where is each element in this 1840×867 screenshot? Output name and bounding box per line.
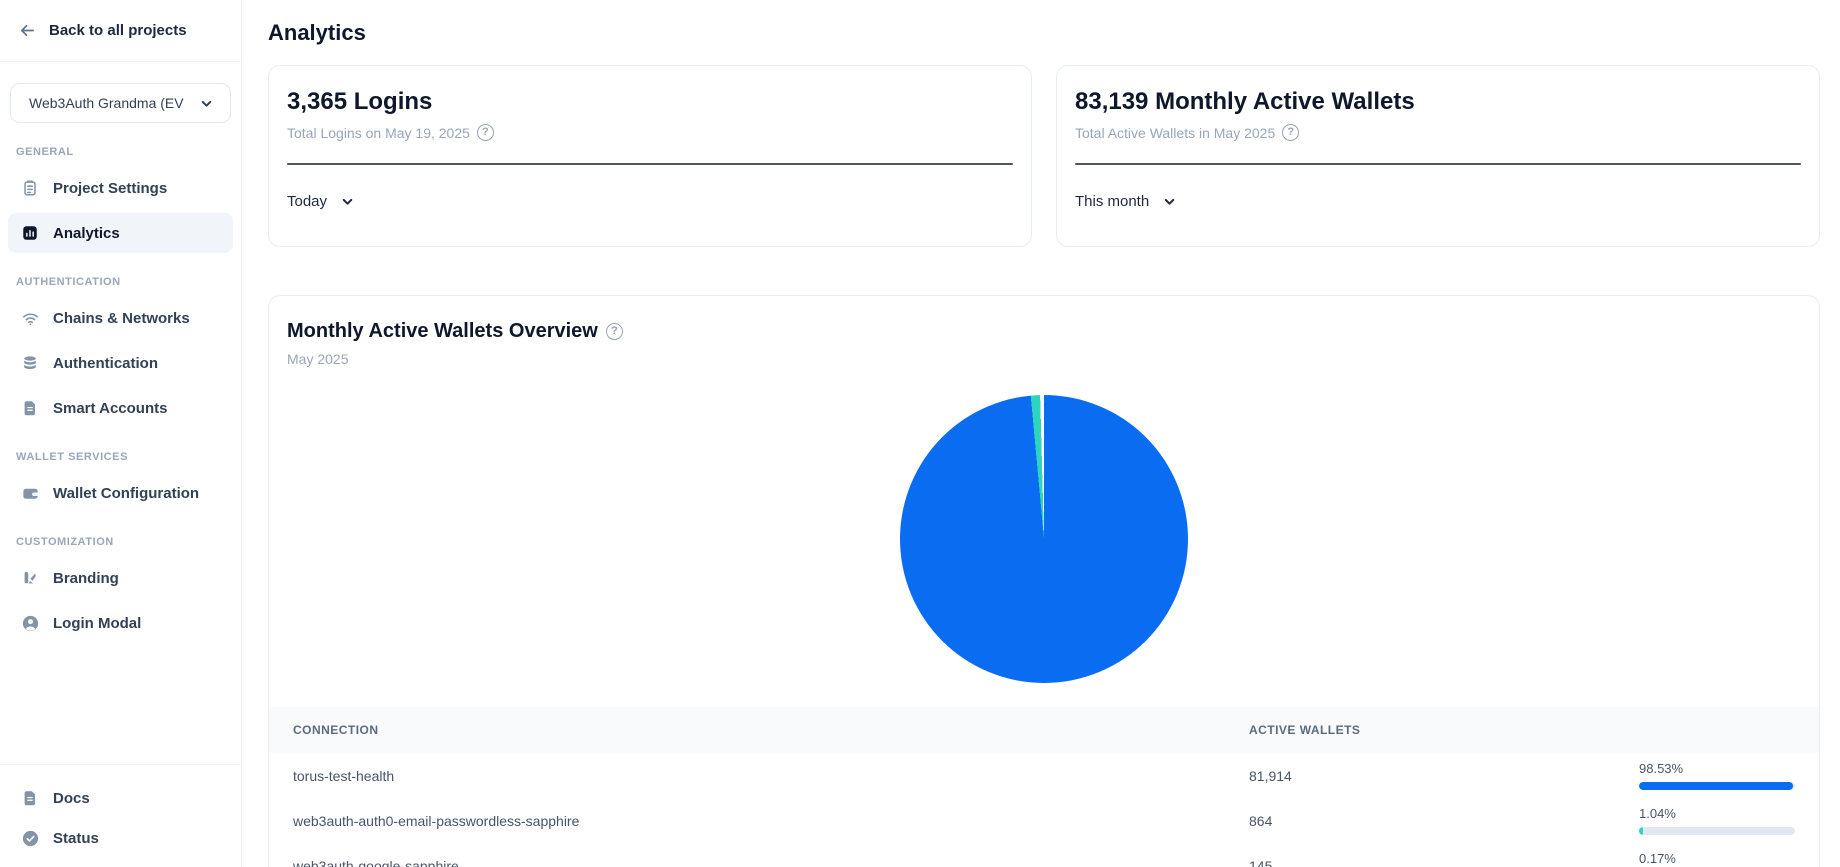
section-label-general: GENERAL <box>16 146 225 158</box>
percent-label: 0.17% <box>1639 851 1795 866</box>
clipboard-icon <box>20 178 40 198</box>
logins-flat-trend-line <box>287 163 1013 165</box>
sidebar-item-label: Status <box>53 830 99 847</box>
document-icon <box>20 788 40 808</box>
sidebar-item-wallet-configuration[interactable]: Wallet Configuration <box>8 473 233 513</box>
user-circle-icon <box>20 613 40 633</box>
logins-stat-card: 3,365 Logins Total Logins on May 19, 202… <box>268 65 1032 247</box>
bar-chart-icon <box>20 223 40 243</box>
active-wallets-stat-card: 83,139 Monthly Active Wallets Total Acti… <box>1056 65 1820 247</box>
sidebar-item-authentication[interactable]: Authentication <box>8 343 233 383</box>
help-icon[interactable]: ? <box>1282 124 1299 141</box>
active-wallets-flat-trend-line <box>1075 163 1801 165</box>
arrow-left-icon <box>17 21 37 41</box>
project-selector-dropdown[interactable]: Web3Auth Grandma (EV <box>10 83 231 123</box>
wallet-icon <box>20 483 40 503</box>
connection-name: torus-test-health <box>293 768 1249 784</box>
logins-range-value: Today <box>287 193 327 210</box>
sidebar-item-branding[interactable]: Branding <box>8 558 233 598</box>
active-wallets-range-dropdown[interactable]: This month <box>1075 191 1179 211</box>
back-label: Back to all projects <box>49 22 187 39</box>
percent-label: 98.53% <box>1639 761 1795 776</box>
overview-card: Monthly Active Wallets Overview ? May 20… <box>268 295 1820 867</box>
active-wallets-value: 864 <box>1249 813 1639 829</box>
sidebar-item-label: Analytics <box>53 225 120 242</box>
sidebar-item-analytics[interactable]: Analytics <box>8 213 233 253</box>
overview-subtitle: May 2025 <box>287 351 1819 367</box>
back-to-projects-link[interactable]: Back to all projects <box>0 0 241 62</box>
active-wallets-value: 81,914 <box>1249 768 1639 784</box>
stat-cards-row: 3,365 Logins Total Logins on May 19, 202… <box>268 65 1820 247</box>
sidebar: Back to all projects Web3Auth Grandma (E… <box>0 0 242 867</box>
section-label-authentication: AUTHENTICATION <box>16 276 225 288</box>
logins-range-dropdown[interactable]: Today <box>287 191 357 211</box>
sidebar-item-label: Docs <box>53 790 90 807</box>
sidebar-item-smart-accounts[interactable]: Smart Accounts <box>8 388 233 428</box>
active-wallets-value: 145 <box>1249 858 1639 867</box>
progress-bar <box>1639 827 1795 835</box>
table-row: torus-test-health 81,914 98.53% <box>269 753 1819 798</box>
table-header-row: CONNECTION ACTIVE WALLETS <box>269 707 1819 753</box>
pie-chart <box>900 395 1188 683</box>
sidebar-item-label: Authentication <box>53 355 158 372</box>
database-icon <box>20 353 40 373</box>
connection-name: web3auth-google-sapphire <box>293 858 1249 867</box>
progress-bar <box>1639 782 1795 790</box>
sidebar-item-chains-networks[interactable]: Chains & Networks <box>8 298 233 338</box>
chevron-down-icon <box>1159 191 1179 211</box>
percent-label: 1.04% <box>1639 806 1795 821</box>
connection-name: web3auth-auth0-email-passwordless-sapphi… <box>293 813 1249 829</box>
sidebar-item-label: Wallet Configuration <box>53 485 199 502</box>
logins-stat-title: 3,365 Logins <box>287 88 1013 116</box>
progress-bar-fill <box>1639 782 1793 790</box>
section-label-customization: CUSTOMIZATION <box>16 536 225 548</box>
active-wallets-stat-subtitle: Total Active Wallets in May 2025 <box>1075 125 1275 141</box>
sidebar-item-status[interactable]: Status <box>16 819 225 857</box>
sidebar-item-label: Login Modal <box>53 615 141 632</box>
main-content: Analytics 3,365 Logins Total Logins on M… <box>242 0 1840 867</box>
project-selector-value: Web3Auth Grandma (EV <box>29 95 184 111</box>
sidebar-item-label: Smart Accounts <box>53 400 167 417</box>
help-icon[interactable]: ? <box>606 323 623 340</box>
check-circle-icon <box>20 828 40 848</box>
sidebar-item-label: Project Settings <box>53 180 167 197</box>
active-wallets-stat-title: 83,139 Monthly Active Wallets <box>1075 88 1801 116</box>
progress-bar-fill <box>1639 827 1643 835</box>
table-row: web3auth-auth0-email-passwordless-sapphi… <box>269 798 1819 843</box>
connections-table: CONNECTION ACTIVE WALLETS torus-test-hea… <box>269 707 1819 867</box>
document-icon <box>20 398 40 418</box>
column-header-active-wallets: ACTIVE WALLETS <box>1249 723 1639 737</box>
sidebar-nav: GENERAL Project Settings Anal <box>0 123 241 648</box>
help-icon[interactable]: ? <box>477 124 494 141</box>
table-row: web3auth-google-sapphire 145 0.17% <box>269 843 1819 867</box>
brush-icon <box>20 568 40 588</box>
sidebar-item-label: Branding <box>53 570 119 587</box>
chevron-down-icon <box>196 93 216 113</box>
column-header-connection: CONNECTION <box>293 723 1249 737</box>
sidebar-footer: Docs Status <box>0 764 241 867</box>
sidebar-item-project-settings[interactable]: Project Settings <box>8 168 233 208</box>
sidebar-item-docs[interactable]: Docs <box>16 779 225 817</box>
page-title: Analytics <box>268 20 1820 46</box>
sidebar-item-login-modal[interactable]: Login Modal <box>8 603 233 643</box>
overview-title: Monthly Active Wallets Overview <box>287 320 598 343</box>
section-label-wallet-services: WALLET SERVICES <box>16 451 225 463</box>
wifi-icon <box>20 308 40 328</box>
app-window: Back to all projects Web3Auth Grandma (E… <box>0 0 1840 867</box>
sidebar-item-label: Chains & Networks <box>53 310 190 327</box>
chevron-down-icon <box>337 191 357 211</box>
logins-stat-subtitle: Total Logins on May 19, 2025 <box>287 125 470 141</box>
active-wallets-range-value: This month <box>1075 193 1149 210</box>
